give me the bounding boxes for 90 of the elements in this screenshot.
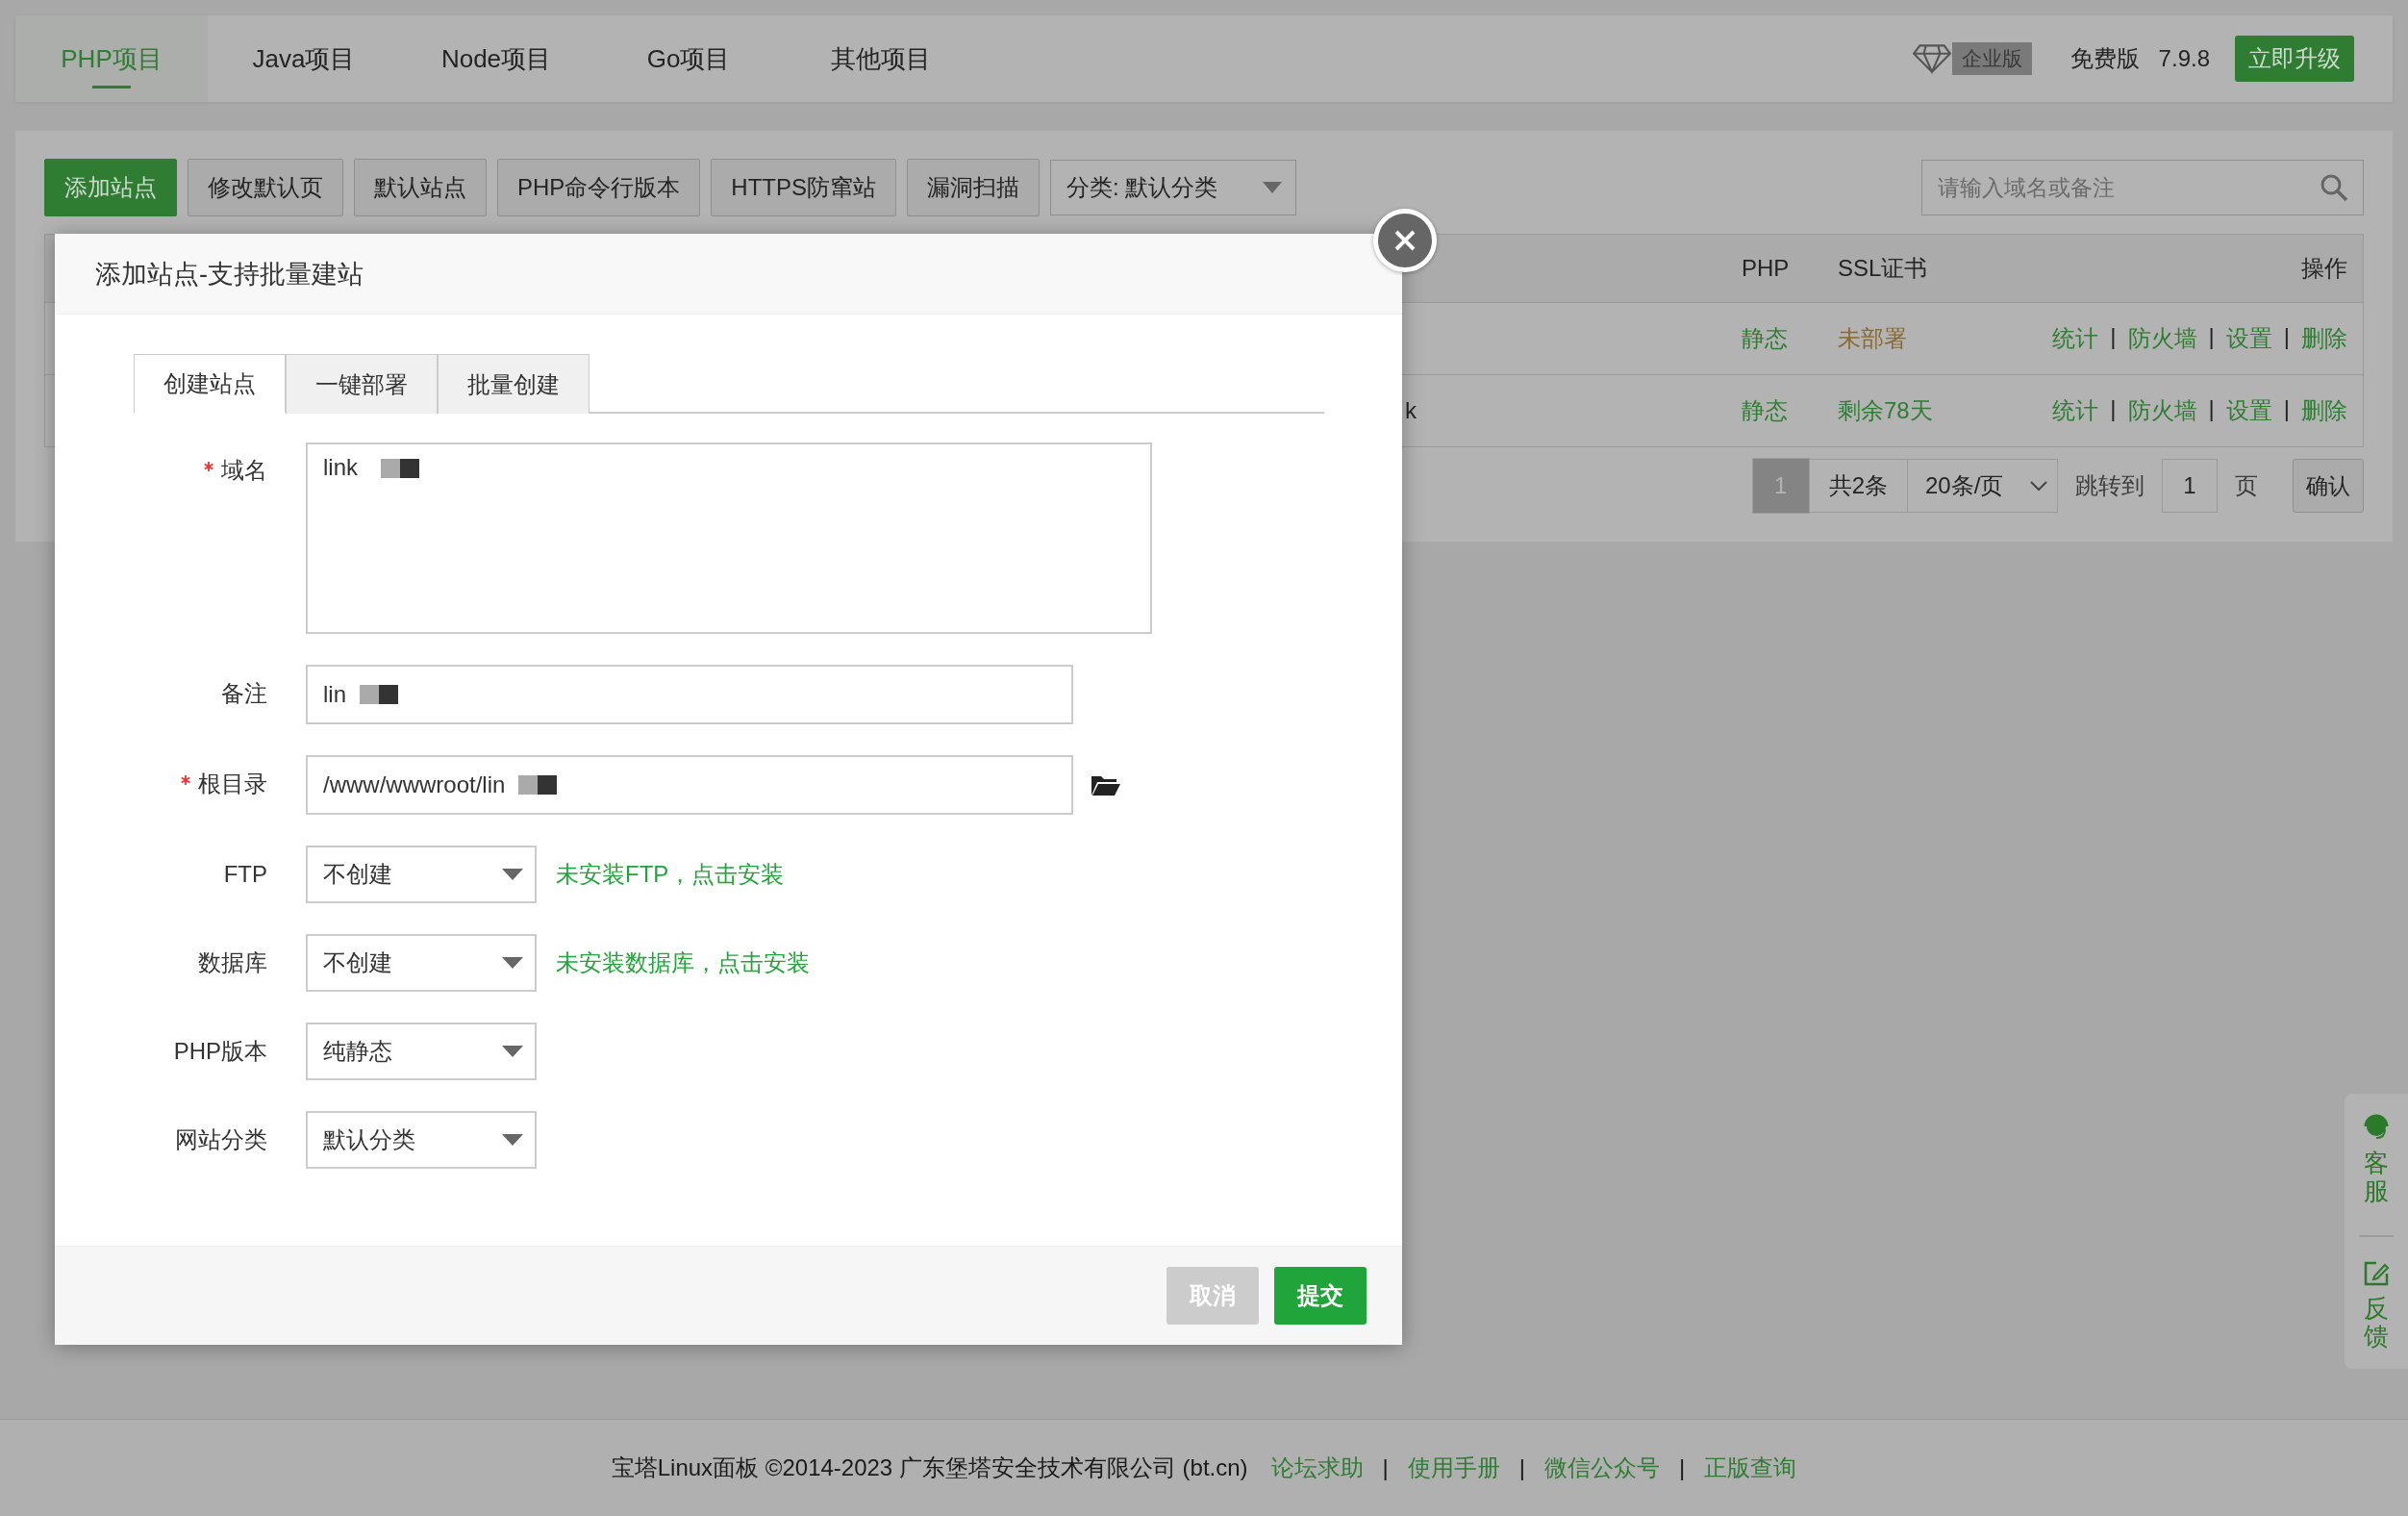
field-label: 域名 xyxy=(221,456,267,485)
column-header: 操作 xyxy=(2300,254,2348,283)
action-link[interactable]: 统计 xyxy=(2052,323,2099,354)
caret-icon xyxy=(502,957,523,969)
separator: | xyxy=(2208,395,2215,423)
headset-icon xyxy=(2362,1113,2391,1142)
field-label: PHP版本 xyxy=(173,1037,267,1066)
ssl-status-link[interactable]: 未部署 xyxy=(1838,325,1907,351)
side-item[interactable]: 客服 xyxy=(2359,1113,2394,1261)
page-size-select[interactable]: 20条/页 xyxy=(1908,459,2058,513)
toolbar-button[interactable]: 添加站点 xyxy=(44,159,177,216)
caret-icon xyxy=(502,869,523,880)
caret-icon xyxy=(502,1134,523,1146)
toolbar-button[interactable]: 漏洞扫描 xyxy=(907,159,1041,216)
dialog-tab[interactable]: 批量创建 xyxy=(438,354,589,414)
page-unit: 页 xyxy=(2234,471,2259,500)
select-field[interactable]: 不创建 xyxy=(306,846,537,903)
domain-field[interactable]: link xyxy=(306,442,1152,634)
action-link[interactable]: 设置 xyxy=(2225,323,2272,354)
separator: | xyxy=(1381,1454,1390,1481)
php-status-link[interactable]: 静态 xyxy=(1742,325,1788,351)
field-label: FTP xyxy=(223,861,267,888)
column-header: PHP xyxy=(1742,255,1791,282)
dialog-tab[interactable]: 创建站点 xyxy=(134,354,286,414)
php-status-link[interactable]: 静态 xyxy=(1742,397,1788,423)
install-link[interactable]: 未安装数据库，点击安装 xyxy=(556,948,810,978)
separator: | xyxy=(1518,1454,1527,1481)
diamond-icon xyxy=(1911,43,1952,74)
close-icon xyxy=(1393,229,1417,252)
table-cell: k xyxy=(1405,397,1417,423)
search-field[interactable]: 请输入域名或备注 xyxy=(1921,160,2364,215)
action-link[interactable]: 删除 xyxy=(2301,395,2347,426)
select-field[interactable]: 不创建 xyxy=(306,934,537,992)
page-input[interactable]: 1 xyxy=(2162,459,2218,513)
toolbar-button[interactable]: HTTPS防窜站 xyxy=(711,159,897,216)
copyright-text: 宝塔Linux面板 ©2014-2023 广东堡塔安全技术有限公司 (bt.cn) xyxy=(611,1453,1248,1482)
side-label: 客服 xyxy=(2364,1150,2389,1205)
install-link[interactable]: 未安装FTP，点击安装 xyxy=(556,859,785,890)
select-field[interactable]: 默认分类 xyxy=(306,1111,537,1169)
action-link[interactable]: 防火墙 xyxy=(2127,323,2197,354)
toolbar-button[interactable]: PHP命令行版本 xyxy=(497,159,701,216)
input-field[interactable]: /www/wwwroot/lin xyxy=(306,755,1073,815)
footer-link[interactable]: 正版查询 xyxy=(1704,1453,1797,1483)
edit-icon xyxy=(2363,1260,2390,1288)
separator: | xyxy=(2208,323,2215,351)
toolbar-button[interactable]: 修改默认页 xyxy=(188,159,343,216)
confirm-button[interactable]: 确认 xyxy=(2293,459,2364,513)
field-label: 根目录 xyxy=(198,770,267,798)
project-tab[interactable]: Java项目 xyxy=(208,15,400,102)
plan-label: 免费版 xyxy=(2069,44,2140,73)
caret-icon xyxy=(502,1046,523,1057)
separator: | xyxy=(1678,1454,1687,1481)
folder-icon[interactable] xyxy=(1091,773,1121,796)
total-count: 共2条 xyxy=(1809,459,1908,513)
dialog-tab[interactable]: 一键部署 xyxy=(286,354,438,414)
ssl-status-link[interactable]: 剩余78天 xyxy=(1838,397,1933,423)
dialog-button[interactable]: 提交 xyxy=(1274,1267,1367,1325)
search-icon xyxy=(2320,173,2348,202)
project-tab[interactable]: 其他项目 xyxy=(785,15,977,102)
toolbar-button[interactable]: 默认站点 xyxy=(354,159,487,216)
action-link[interactable]: 统计 xyxy=(2052,395,2099,426)
separator: | xyxy=(2110,395,2117,423)
enterprise-badge[interactable]: 企业版 xyxy=(1951,42,2032,75)
action-link[interactable]: 设置 xyxy=(2225,395,2272,426)
chevron-icon xyxy=(2030,480,2047,492)
side-label: 反馈 xyxy=(2364,1295,2389,1351)
jump-label: 跳转到 xyxy=(2074,471,2145,500)
input-field[interactable]: lin xyxy=(306,665,1073,724)
field-label: 备注 xyxy=(221,679,267,708)
upgrade-button[interactable]: 立即升级 xyxy=(2235,36,2354,82)
category-select[interactable]: 分类: 默认分类 xyxy=(1050,160,1297,215)
side-item[interactable]: 反馈 xyxy=(2363,1260,2390,1351)
separator: | xyxy=(2110,323,2117,351)
field-label: 数据库 xyxy=(198,948,267,977)
footer-link[interactable]: 使用手册 xyxy=(1407,1453,1500,1483)
column-header: SSL证书 xyxy=(1838,254,1929,283)
separator: | xyxy=(2283,395,2290,423)
dialog-title: 添加站点-支持批量建站 xyxy=(55,234,1402,315)
field-label: 网站分类 xyxy=(175,1125,267,1154)
project-tab[interactable]: Go项目 xyxy=(592,15,785,102)
select-field[interactable]: 纯静态 xyxy=(306,1023,537,1080)
caret-icon xyxy=(1263,182,1283,193)
action-link[interactable]: 防火墙 xyxy=(2127,395,2197,426)
footer-link[interactable]: 微信公众号 xyxy=(1544,1453,1661,1483)
project-tab[interactable]: Node项目 xyxy=(400,15,592,102)
footer-link[interactable]: 论坛求助 xyxy=(1270,1453,1364,1483)
separator: | xyxy=(2283,323,2290,351)
project-tab[interactable]: PHP项目 xyxy=(15,15,208,102)
version-label: 7.9.8 xyxy=(2158,45,2210,72)
action-link[interactable]: 删除 xyxy=(2301,323,2347,354)
